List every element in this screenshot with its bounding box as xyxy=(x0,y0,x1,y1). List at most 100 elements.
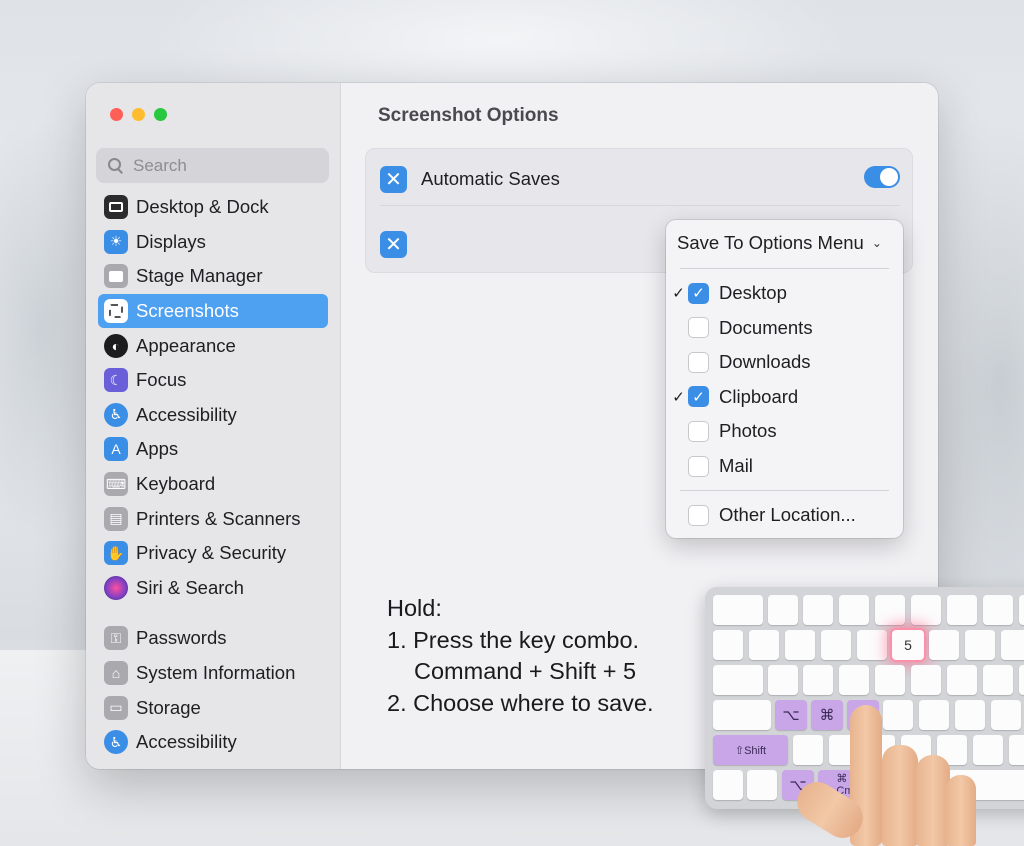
appearance-icon: ◐ xyxy=(104,333,128,358)
sidebar-item-accessibility[interactable]: ♿ Accessibility xyxy=(98,398,328,433)
menu-item-mail[interactable]: Mail xyxy=(670,450,899,482)
sidebar-item-label: Accessibility xyxy=(136,403,237,425)
keyboard-icon: ⌨ xyxy=(104,472,128,497)
checkbox-other-location[interactable] xyxy=(688,504,709,526)
keyboard-key xyxy=(713,665,763,695)
instruction-step-1: 1. Press the key combo. xyxy=(387,626,640,653)
siri-icon xyxy=(104,575,128,600)
menu-item-label: Downloads xyxy=(719,351,811,373)
menu-item-documents[interactable]: Documents xyxy=(670,312,899,344)
keyboard-key xyxy=(793,735,823,765)
keyboard-key xyxy=(955,700,985,730)
instruction-step-2: 2. Choose where to save. xyxy=(387,689,654,716)
automatic-saves-label: Automatic Saves xyxy=(421,168,560,189)
checkmark-icon: ✓ xyxy=(672,388,685,406)
sidebar-item-passwords[interactable]: ⚿ Passwords xyxy=(98,621,328,656)
save-to-row: ✕ xyxy=(380,231,407,258)
sidebar-item-label: Apps xyxy=(136,438,179,460)
sidebar-item-label: Displays xyxy=(136,230,206,252)
shift-key: ⇧Shift xyxy=(713,735,788,765)
automatic-saves-toggle[interactable] xyxy=(864,166,900,188)
sidebar-item-screenshots[interactable]: Screenshots xyxy=(98,293,328,329)
keyboard-key xyxy=(713,770,743,800)
menu-item-photos[interactable]: Photos xyxy=(670,415,899,447)
checkbox-clipboard[interactable]: ✓ xyxy=(688,386,709,408)
sidebar-item-label: Focus xyxy=(136,369,187,391)
keyboard-key xyxy=(747,770,777,800)
sidebar-item-keyboard[interactable]: ⌨ Keyboard xyxy=(98,467,328,502)
menu-item-clipboard[interactable]: ✓ ✓ Clipboard xyxy=(670,381,899,413)
keyboard-key xyxy=(803,665,833,695)
keyboard-key xyxy=(973,735,1003,765)
keyboard-key xyxy=(713,630,743,660)
keyboard-key xyxy=(1019,595,1024,625)
sidebar-item-desktop-dock[interactable]: Desktop & Dock xyxy=(98,190,328,225)
pinky-finger xyxy=(946,775,976,846)
menu-item-desktop[interactable]: ✓ ✓ Desktop xyxy=(670,277,899,309)
sidebar-item-privacy-security[interactable]: ✋ Privacy & Security xyxy=(98,536,328,571)
menu-separator xyxy=(680,490,889,491)
sidebar-item-label: Desktop & Dock xyxy=(136,196,269,218)
screenshots-icon xyxy=(104,299,128,324)
sidebar-item-printers-scanners[interactable]: ▤ Printers & Scanners xyxy=(98,501,328,536)
zoom-window-button[interactable] xyxy=(154,108,167,121)
minimize-window-button[interactable] xyxy=(132,108,145,121)
sidebar-item-system-information[interactable]: ⌂ System Information xyxy=(98,656,328,691)
keyboard-key xyxy=(875,595,905,625)
sidebar-item-label: Screenshots xyxy=(136,300,239,322)
middle-finger xyxy=(882,745,918,846)
key-5-highlighted: 5 xyxy=(892,630,924,660)
sidebar: Desktop & Dock ☀ Displays Stage Manager … xyxy=(86,83,341,769)
keyboard-key xyxy=(965,630,995,660)
sidebar-item-label: Storage xyxy=(136,696,201,718)
option-key: ⌥ xyxy=(775,700,807,730)
sidebar-item-siri-search[interactable]: Siri & Search xyxy=(98,571,328,606)
command-key: ⌘ xyxy=(811,700,843,730)
row-divider xyxy=(380,205,900,206)
sidebar-item-appearance[interactable]: ◐ Appearance xyxy=(98,328,328,363)
sidebar-item-label: Stage Manager xyxy=(136,265,263,287)
checkbox-desktop[interactable]: ✓ xyxy=(688,282,709,304)
save-to-menu-header[interactable]: Save To Options Menu ⌄ xyxy=(677,232,882,254)
instruction-key-combo: Command + Shift + 5 xyxy=(414,658,637,684)
stage-manager-icon xyxy=(104,264,128,289)
sidebar-item-stage-manager[interactable]: Stage Manager xyxy=(98,259,328,294)
menu-separator xyxy=(680,268,889,269)
search-field[interactable] xyxy=(96,148,329,183)
sidebar-item-displays[interactable]: ☀ Displays xyxy=(98,225,328,260)
save-to-options-menu[interactable]: Save To Options Menu ⌄ ✓ ✓ Desktop Docum… xyxy=(666,220,903,538)
system-information-icon: ⌂ xyxy=(104,661,128,686)
instruction-hold: Hold: xyxy=(387,595,442,621)
keyboard-key xyxy=(713,700,771,730)
sidebar-item-label: Printers & Scanners xyxy=(136,507,301,529)
sidebar-section-gap xyxy=(98,605,328,621)
sidebar-item-apps[interactable]: A Apps xyxy=(98,432,328,467)
checkbox-mail[interactable] xyxy=(688,455,709,477)
checkbox-photos[interactable] xyxy=(688,420,709,442)
sidebar-item-focus[interactable]: ☾ Focus xyxy=(98,363,328,398)
keyboard-key xyxy=(1009,735,1024,765)
sidebar-item-storage[interactable]: ▭ Storage xyxy=(98,690,328,725)
search-input[interactable] xyxy=(133,155,313,176)
menu-item-label: Documents xyxy=(719,316,813,338)
keyboard-key xyxy=(875,665,905,695)
menu-item-label: Desktop xyxy=(719,282,787,303)
save-to-label: Save To Options Menu xyxy=(677,232,864,253)
menu-item-label: Mail xyxy=(719,455,753,476)
menu-item-other-location[interactable]: Other Location... xyxy=(670,499,899,531)
sidebar-item-label: Siri & Search xyxy=(136,576,244,598)
search-icon xyxy=(108,158,123,173)
privacy-hand-icon: ✋ xyxy=(104,541,128,566)
keyboard-key xyxy=(919,700,949,730)
close-window-button[interactable] xyxy=(110,108,123,121)
checkbox-documents[interactable] xyxy=(688,317,709,339)
menu-item-label: Photos xyxy=(719,420,777,442)
sidebar-item-label: Appearance xyxy=(136,334,236,356)
keyboard-key xyxy=(929,630,959,660)
menu-item-downloads[interactable]: Downloads xyxy=(670,346,899,378)
sidebar-item-accessibility-2[interactable]: ♿ Accessibility xyxy=(98,725,328,760)
menu-item-label: Clipboard xyxy=(719,385,799,407)
checkbox-downloads[interactable] xyxy=(688,351,709,373)
keyboard-key xyxy=(785,630,815,660)
focus-moon-icon: ☾ xyxy=(104,368,128,393)
